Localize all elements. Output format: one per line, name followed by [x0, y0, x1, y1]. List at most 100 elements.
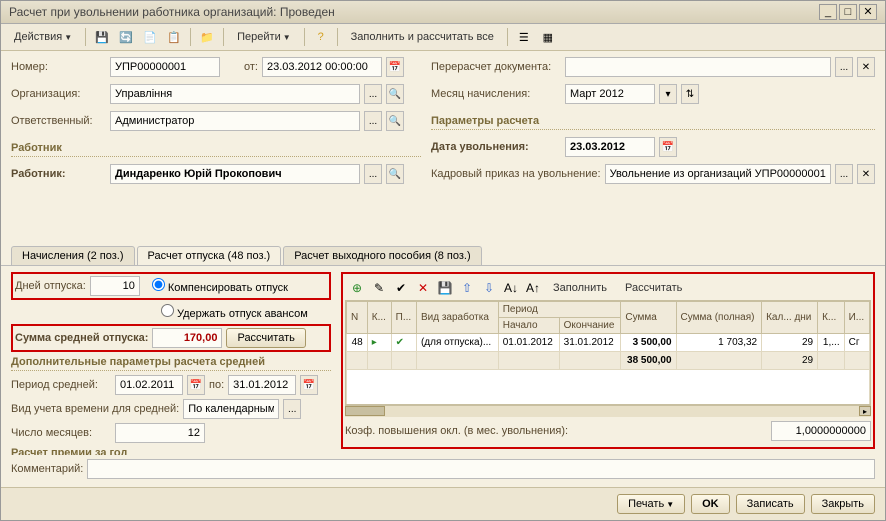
col-end[interactable]: Окончание — [559, 318, 621, 334]
period-to-input[interactable] — [228, 375, 296, 395]
col-k2[interactable]: К... — [818, 302, 845, 334]
col-k[interactable]: К... — [367, 302, 391, 334]
col-vid[interactable]: Вид заработка — [416, 302, 498, 334]
col-start[interactable]: Начало — [498, 318, 559, 334]
col-sum-full[interactable]: Сумма (полная) — [676, 302, 762, 334]
data-grid[interactable]: N К... П... Вид заработка Период Сумма С… — [345, 300, 871, 405]
save-icon[interactable]: 💾 — [436, 279, 454, 297]
flag-icon: ✔ — [396, 337, 404, 348]
clear-icon[interactable]: ✕ — [857, 57, 875, 77]
doc-icon[interactable]: 📄 — [140, 27, 160, 47]
time-type-input[interactable] — [183, 399, 279, 419]
add-params-header: Дополнительные параметры расчета средней — [11, 356, 331, 371]
resp-label: Ответственный: — [11, 115, 106, 127]
avg-label: Сумма средней отпуска: — [15, 332, 148, 344]
calc-link[interactable]: Рассчитать — [618, 279, 689, 297]
titlebar: Расчет при увольнении работника организа… — [1, 1, 885, 24]
col-n[interactable]: N — [347, 302, 368, 334]
bonus-header: Расчет премии за год — [11, 447, 331, 455]
fill-link[interactable]: Заполнить — [546, 279, 614, 297]
col-cal[interactable]: Кал... дни — [762, 302, 818, 334]
col-p[interactable]: П... — [391, 302, 416, 334]
org-input[interactable] — [110, 84, 360, 104]
period-from-input[interactable] — [115, 375, 183, 395]
select-icon[interactable]: ... — [283, 399, 301, 419]
days-input[interactable] — [90, 276, 140, 296]
clear-icon[interactable]: ✕ — [857, 164, 875, 184]
down-icon[interactable]: ⇩ — [480, 279, 498, 297]
calendar-icon[interactable]: 📅 — [300, 375, 318, 395]
close-button[interactable]: Закрыть — [811, 494, 875, 514]
time-type-label: Вид учета времени для средней: — [11, 403, 179, 415]
tab-accruals[interactable]: Начисления (2 поз.) — [11, 246, 135, 265]
tab-vacation[interactable]: Расчет отпуска (48 поз.) — [137, 246, 282, 265]
comment-input[interactable] — [87, 459, 875, 479]
delete-icon[interactable]: ✕ — [414, 279, 432, 297]
horizontal-scrollbar[interactable]: ▸ — [345, 405, 871, 417]
calc-button[interactable]: Рассчитать — [226, 328, 305, 348]
toolbar: Действия▼ 💾 🔄 📄 📋 📁 Перейти▼ ? Заполнить… — [1, 24, 885, 51]
refresh-icon[interactable]: 🔄 — [116, 27, 136, 47]
help-icon[interactable]: ? — [311, 27, 331, 47]
ok-button[interactable]: OK — [691, 494, 730, 514]
up-icon[interactable]: ⇧ — [458, 279, 476, 297]
month-label: Месяц начисления: — [431, 88, 561, 100]
resp-input[interactable] — [110, 111, 360, 131]
open-icon[interactable]: 🔍 — [386, 84, 404, 104]
calendar-icon[interactable]: 📅 — [659, 137, 677, 157]
select-icon[interactable]: ... — [364, 111, 382, 131]
number-input[interactable] — [110, 57, 220, 77]
grid-icon[interactable]: ▦ — [538, 27, 558, 47]
worker-input[interactable] — [110, 164, 360, 184]
col-period[interactable]: Период — [498, 302, 621, 318]
select-icon[interactable]: ... — [364, 164, 382, 184]
goto-menu[interactable]: Перейти▼ — [230, 28, 298, 46]
total-row: 38 500,00 29 — [347, 352, 870, 370]
open-icon[interactable]: 🔍 — [386, 111, 404, 131]
hold-radio[interactable]: Удержать отпуск авансом — [161, 304, 308, 320]
number-label: Номер: — [11, 61, 106, 73]
month-input[interactable] — [565, 84, 655, 104]
close-button[interactable]: ✕ — [859, 4, 877, 20]
nav-icon[interactable]: 📁 — [197, 27, 217, 47]
edit-icon[interactable]: ✎ — [370, 279, 388, 297]
coef-label: Коэф. повышения окл. (в мес. увольнения)… — [345, 425, 568, 437]
select-icon[interactable]: ... — [835, 164, 853, 184]
dismiss-date-label: Дата увольнения: — [431, 141, 561, 153]
worker-label: Работник: — [11, 168, 106, 180]
table-row[interactable]: 48 ▸ ✔ (для отпуска)... 01.01.2012 31.01… — [347, 334, 870, 352]
dismiss-date-input[interactable] — [565, 137, 655, 157]
col-i[interactable]: И... — [844, 302, 869, 334]
save-icon[interactable]: 💾 — [92, 27, 112, 47]
col-sum[interactable]: Сумма — [621, 302, 676, 334]
fill-calc-button[interactable]: Заполнить и рассчитать все — [344, 28, 501, 46]
months-label: Число месяцев: — [11, 427, 111, 439]
order-input[interactable] — [605, 164, 831, 184]
print-button[interactable]: Печать▼ — [617, 494, 685, 514]
actions-menu[interactable]: Действия▼ — [7, 28, 79, 46]
spinner-icon[interactable]: ⇅ — [681, 84, 699, 104]
date-input[interactable] — [262, 57, 382, 77]
select-icon[interactable]: ... — [835, 57, 853, 77]
tab-severance[interactable]: Расчет выходного пособия (8 поз.) — [283, 246, 481, 265]
compensate-radio[interactable]: Компенсировать отпуск — [152, 278, 288, 294]
avg-input[interactable] — [152, 328, 222, 348]
coef-input[interactable] — [771, 421, 871, 441]
dropdown-icon[interactable]: ▾ — [659, 84, 677, 104]
maximize-button[interactable]: □ — [839, 4, 857, 20]
months-input[interactable] — [115, 423, 205, 443]
recalc-input[interactable] — [565, 57, 831, 77]
sort-asc-icon[interactable]: A↓ — [502, 279, 520, 297]
copy-icon[interactable]: 📋 — [164, 27, 184, 47]
open-icon[interactable]: 🔍 — [386, 164, 404, 184]
add-icon[interactable]: ⊕ — [348, 279, 366, 297]
select-icon[interactable]: ... — [364, 84, 382, 104]
list-icon[interactable]: ☰ — [514, 27, 534, 47]
minimize-button[interactable]: _ — [819, 4, 837, 20]
org-label: Организация: — [11, 88, 106, 100]
calendar-icon[interactable]: 📅 — [386, 57, 404, 77]
sort-desc-icon[interactable]: A↑ — [524, 279, 542, 297]
check-icon[interactable]: ✔ — [392, 279, 410, 297]
calendar-icon[interactable]: 📅 — [187, 375, 205, 395]
save-button[interactable]: Записать — [736, 494, 805, 514]
